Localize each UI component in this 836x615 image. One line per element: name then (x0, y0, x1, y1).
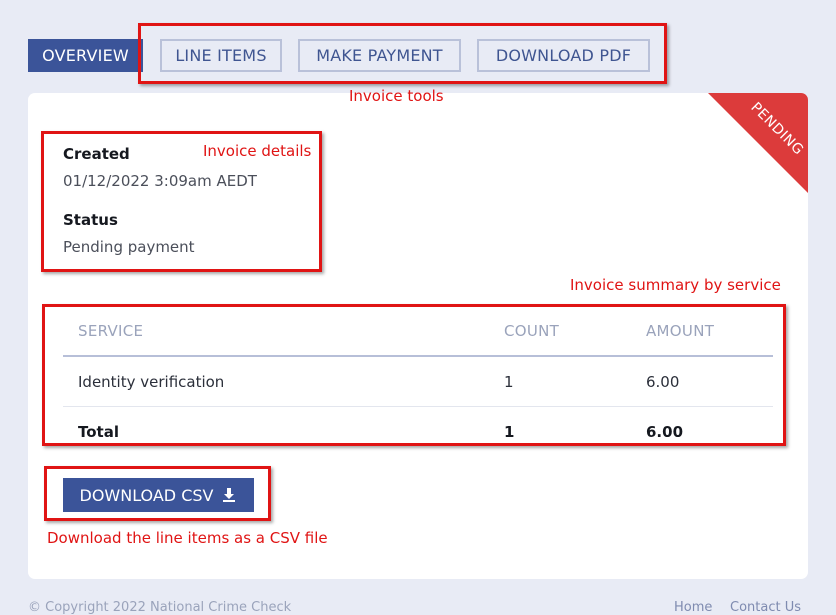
annotation-invoice-tools: Invoice tools (349, 87, 444, 105)
annotation-box-summary (42, 304, 786, 446)
annotation-download-note: Download the line items as a CSV file (47, 529, 328, 547)
annotation-summary: Invoice summary by service (570, 276, 781, 294)
status-ribbon: PENDING (708, 93, 808, 193)
annotation-box-tools (138, 23, 667, 84)
annotation-box-csv (44, 466, 271, 521)
tab-overview[interactable]: OVERVIEW (28, 39, 143, 72)
annotation-invoice-details: Invoice details (203, 142, 312, 160)
